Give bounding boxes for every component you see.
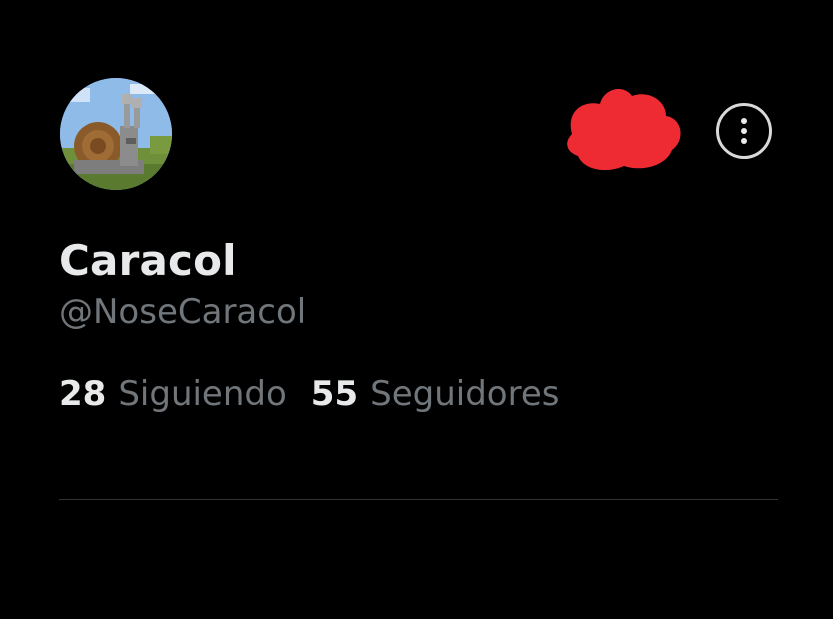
followers-count: 55 bbox=[310, 374, 359, 414]
more-options-dot bbox=[741, 128, 747, 134]
more-options-icon bbox=[741, 118, 747, 124]
profile-avatar[interactable] bbox=[60, 78, 172, 190]
follow-stats: 28 Siguiendo 55 Seguidores bbox=[59, 374, 559, 414]
redaction-blob-icon bbox=[567, 89, 681, 171]
more-options-button[interactable] bbox=[716, 103, 772, 159]
following-label: Siguiendo bbox=[118, 374, 287, 414]
user-handle: @NoseCaracol bbox=[59, 292, 307, 332]
more-options-dot bbox=[741, 138, 747, 144]
followers-link[interactable]: 55 Seguidores bbox=[311, 374, 560, 414]
following-count: 28 bbox=[59, 374, 107, 414]
followers-label: Seguidores bbox=[370, 374, 560, 414]
snail-avatar-icon bbox=[60, 78, 172, 190]
display-name: Caracol bbox=[59, 236, 237, 285]
divider bbox=[59, 499, 778, 500]
redacted-area bbox=[562, 82, 686, 174]
following-link[interactable]: 28 Siguiendo bbox=[59, 374, 287, 414]
